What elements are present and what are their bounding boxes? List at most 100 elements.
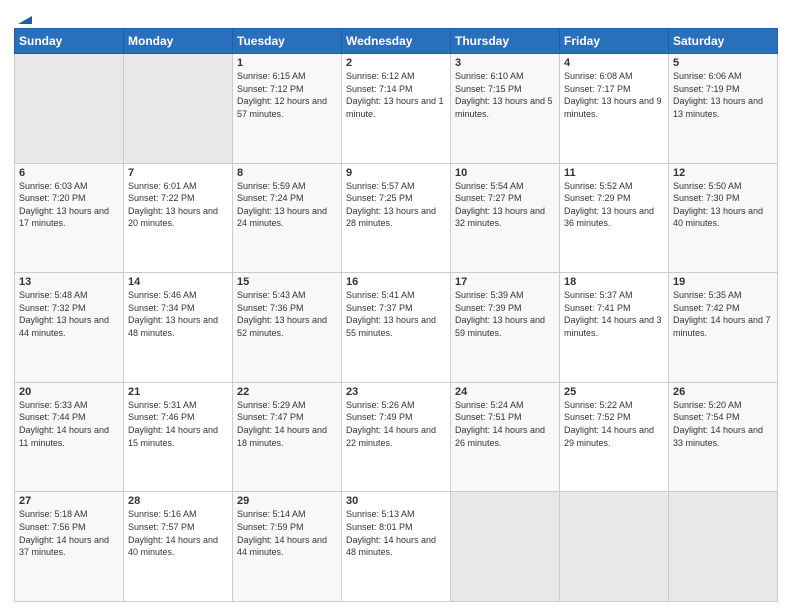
day-info: Sunrise: 6:10 AMSunset: 7:15 PMDaylight:… [455, 70, 555, 120]
day-cell: 24Sunrise: 5:24 AMSunset: 7:51 PMDayligh… [451, 382, 560, 492]
day-number: 11 [564, 167, 664, 179]
day-number: 5 [673, 57, 773, 69]
day-cell [451, 492, 560, 602]
day-info: Sunrise: 5:20 AMSunset: 7:54 PMDaylight:… [673, 399, 773, 449]
col-friday: Friday [560, 29, 669, 54]
day-cell: 4Sunrise: 6:08 AMSunset: 7:17 PMDaylight… [560, 54, 669, 164]
col-wednesday: Wednesday [342, 29, 451, 54]
day-cell: 2Sunrise: 6:12 AMSunset: 7:14 PMDaylight… [342, 54, 451, 164]
day-info: Sunrise: 5:54 AMSunset: 7:27 PMDaylight:… [455, 180, 555, 230]
week-row-4: 20Sunrise: 5:33 AMSunset: 7:44 PMDayligh… [15, 382, 778, 492]
day-cell: 25Sunrise: 5:22 AMSunset: 7:52 PMDayligh… [560, 382, 669, 492]
day-info: Sunrise: 5:52 AMSunset: 7:29 PMDaylight:… [564, 180, 664, 230]
day-cell [669, 492, 778, 602]
day-cell [124, 54, 233, 164]
col-sunday: Sunday [15, 29, 124, 54]
day-info: Sunrise: 6:03 AMSunset: 7:20 PMDaylight:… [19, 180, 119, 230]
day-cell: 30Sunrise: 5:13 AMSunset: 8:01 PMDayligh… [342, 492, 451, 602]
day-info: Sunrise: 5:26 AMSunset: 7:49 PMDaylight:… [346, 399, 446, 449]
day-number: 24 [455, 386, 555, 398]
day-number: 19 [673, 276, 773, 288]
day-number: 9 [346, 167, 446, 179]
day-info: Sunrise: 6:06 AMSunset: 7:19 PMDaylight:… [673, 70, 773, 120]
day-info: Sunrise: 5:29 AMSunset: 7:47 PMDaylight:… [237, 399, 337, 449]
day-cell: 23Sunrise: 5:26 AMSunset: 7:49 PMDayligh… [342, 382, 451, 492]
week-row-2: 6Sunrise: 6:03 AMSunset: 7:20 PMDaylight… [15, 163, 778, 273]
week-row-3: 13Sunrise: 5:48 AMSunset: 7:32 PMDayligh… [15, 273, 778, 383]
header [14, 10, 778, 22]
logo-triangle-icon [16, 8, 34, 26]
day-info: Sunrise: 5:22 AMSunset: 7:52 PMDaylight:… [564, 399, 664, 449]
day-cell: 15Sunrise: 5:43 AMSunset: 7:36 PMDayligh… [233, 273, 342, 383]
day-info: Sunrise: 5:14 AMSunset: 7:59 PMDaylight:… [237, 508, 337, 558]
col-thursday: Thursday [451, 29, 560, 54]
day-number: 7 [128, 167, 228, 179]
day-info: Sunrise: 5:48 AMSunset: 7:32 PMDaylight:… [19, 289, 119, 339]
day-number: 28 [128, 495, 228, 507]
day-info: Sunrise: 5:18 AMSunset: 7:56 PMDaylight:… [19, 508, 119, 558]
col-tuesday: Tuesday [233, 29, 342, 54]
day-info: Sunrise: 5:43 AMSunset: 7:36 PMDaylight:… [237, 289, 337, 339]
day-number: 8 [237, 167, 337, 179]
day-cell: 10Sunrise: 5:54 AMSunset: 7:27 PMDayligh… [451, 163, 560, 273]
day-number: 6 [19, 167, 119, 179]
week-row-5: 27Sunrise: 5:18 AMSunset: 7:56 PMDayligh… [15, 492, 778, 602]
day-number: 14 [128, 276, 228, 288]
day-cell: 27Sunrise: 5:18 AMSunset: 7:56 PMDayligh… [15, 492, 124, 602]
day-cell: 5Sunrise: 6:06 AMSunset: 7:19 PMDaylight… [669, 54, 778, 164]
day-number: 20 [19, 386, 119, 398]
day-number: 12 [673, 167, 773, 179]
day-cell: 28Sunrise: 5:16 AMSunset: 7:57 PMDayligh… [124, 492, 233, 602]
day-info: Sunrise: 5:31 AMSunset: 7:46 PMDaylight:… [128, 399, 228, 449]
day-info: Sunrise: 6:08 AMSunset: 7:17 PMDaylight:… [564, 70, 664, 120]
day-number: 15 [237, 276, 337, 288]
day-cell: 29Sunrise: 5:14 AMSunset: 7:59 PMDayligh… [233, 492, 342, 602]
day-info: Sunrise: 5:59 AMSunset: 7:24 PMDaylight:… [237, 180, 337, 230]
day-cell: 12Sunrise: 5:50 AMSunset: 7:30 PMDayligh… [669, 163, 778, 273]
day-number: 4 [564, 57, 664, 69]
day-number: 10 [455, 167, 555, 179]
day-number: 18 [564, 276, 664, 288]
calendar-table: Sunday Monday Tuesday Wednesday Thursday… [14, 28, 778, 602]
logo [14, 10, 34, 22]
day-info: Sunrise: 5:46 AMSunset: 7:34 PMDaylight:… [128, 289, 228, 339]
day-info: Sunrise: 5:24 AMSunset: 7:51 PMDaylight:… [455, 399, 555, 449]
day-info: Sunrise: 5:13 AMSunset: 8:01 PMDaylight:… [346, 508, 446, 558]
day-cell: 26Sunrise: 5:20 AMSunset: 7:54 PMDayligh… [669, 382, 778, 492]
day-cell: 20Sunrise: 5:33 AMSunset: 7:44 PMDayligh… [15, 382, 124, 492]
day-number: 22 [237, 386, 337, 398]
day-info: Sunrise: 5:50 AMSunset: 7:30 PMDaylight:… [673, 180, 773, 230]
day-cell: 1Sunrise: 6:15 AMSunset: 7:12 PMDaylight… [233, 54, 342, 164]
day-cell: 22Sunrise: 5:29 AMSunset: 7:47 PMDayligh… [233, 382, 342, 492]
day-cell: 3Sunrise: 6:10 AMSunset: 7:15 PMDaylight… [451, 54, 560, 164]
day-number: 3 [455, 57, 555, 69]
day-info: Sunrise: 5:41 AMSunset: 7:37 PMDaylight:… [346, 289, 446, 339]
page: Sunday Monday Tuesday Wednesday Thursday… [0, 0, 792, 612]
day-number: 1 [237, 57, 337, 69]
day-number: 30 [346, 495, 446, 507]
day-number: 17 [455, 276, 555, 288]
day-number: 13 [19, 276, 119, 288]
day-info: Sunrise: 5:37 AMSunset: 7:41 PMDaylight:… [564, 289, 664, 339]
day-number: 16 [346, 276, 446, 288]
week-row-1: 1Sunrise: 6:15 AMSunset: 7:12 PMDaylight… [15, 54, 778, 164]
day-cell: 17Sunrise: 5:39 AMSunset: 7:39 PMDayligh… [451, 273, 560, 383]
day-cell: 21Sunrise: 5:31 AMSunset: 7:46 PMDayligh… [124, 382, 233, 492]
day-info: Sunrise: 5:33 AMSunset: 7:44 PMDaylight:… [19, 399, 119, 449]
day-info: Sunrise: 5:35 AMSunset: 7:42 PMDaylight:… [673, 289, 773, 339]
day-cell: 7Sunrise: 6:01 AMSunset: 7:22 PMDaylight… [124, 163, 233, 273]
day-number: 2 [346, 57, 446, 69]
day-info: Sunrise: 6:15 AMSunset: 7:12 PMDaylight:… [237, 70, 337, 120]
day-number: 26 [673, 386, 773, 398]
day-cell: 9Sunrise: 5:57 AMSunset: 7:25 PMDaylight… [342, 163, 451, 273]
col-saturday: Saturday [669, 29, 778, 54]
day-number: 21 [128, 386, 228, 398]
day-cell [560, 492, 669, 602]
day-info: Sunrise: 6:01 AMSunset: 7:22 PMDaylight:… [128, 180, 228, 230]
day-number: 25 [564, 386, 664, 398]
day-cell: 13Sunrise: 5:48 AMSunset: 7:32 PMDayligh… [15, 273, 124, 383]
day-number: 27 [19, 495, 119, 507]
day-cell: 18Sunrise: 5:37 AMSunset: 7:41 PMDayligh… [560, 273, 669, 383]
day-cell [15, 54, 124, 164]
day-info: Sunrise: 6:12 AMSunset: 7:14 PMDaylight:… [346, 70, 446, 120]
